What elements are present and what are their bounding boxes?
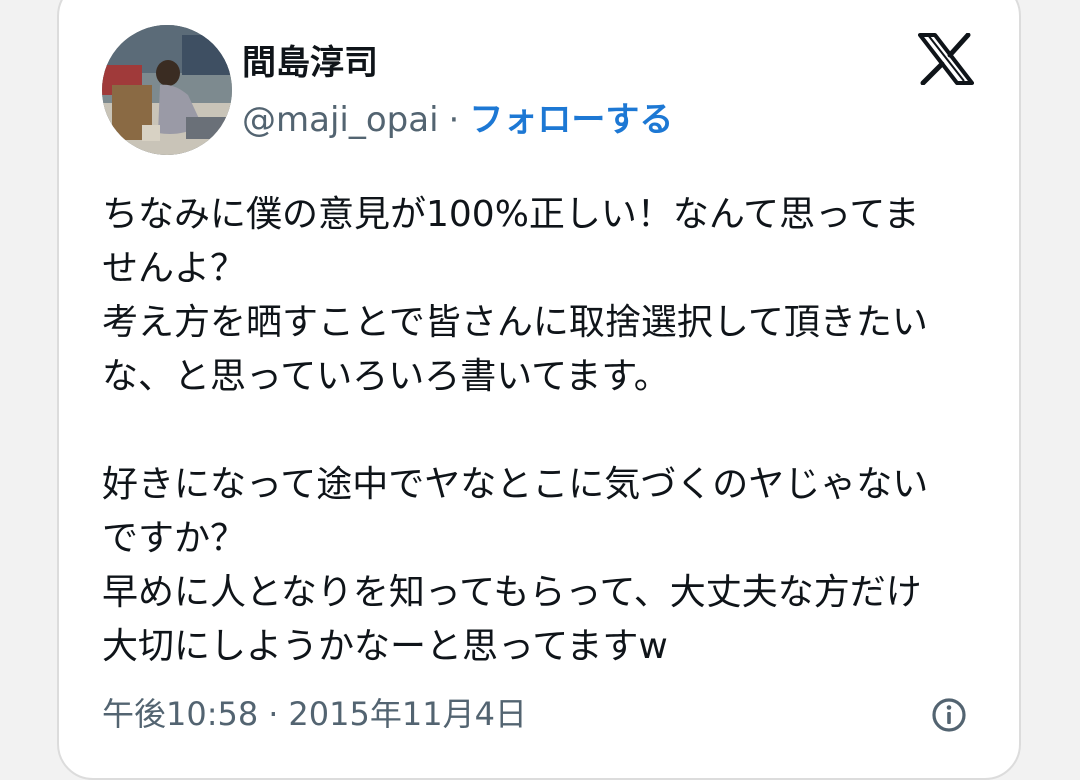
tweet-line: ですか？ [102, 518, 247, 559]
follow-button[interactable]: フォローする [469, 100, 673, 140]
tweet-meta: 午後10:58 · 2015年11月4日 [102, 690, 527, 738]
tweet-line: 大切にしようかなーと思ってますw [102, 626, 668, 667]
tweet-text: ちなみに僕の意見が100%正しい！なんて思ってま せんよ？ 考え方を晒すことで皆… [102, 188, 982, 674]
avatar-photo [102, 25, 232, 155]
tweet-date[interactable]: 2015年11月4日 [288, 695, 527, 733]
avatar[interactable] [102, 25, 232, 155]
tweet-line: な、と思っていろいろ書いてます。 [102, 356, 670, 397]
tweet-line: 考え方を晒すことで皆さんに取捨選択して頂きたい [102, 302, 928, 343]
tweet-line: せんよ？ [102, 248, 247, 289]
tweet-time[interactable]: 午後10:58 [102, 695, 258, 733]
tweet-line: 好きになって途中でヤなとこに気づくのヤじゃない [102, 464, 929, 505]
separator-dot: · [448, 100, 460, 140]
separator-dot: · [268, 695, 279, 733]
x-logo-icon[interactable] [918, 33, 974, 85]
tweet-line: ちなみに僕の意見が100%正しい！なんて思ってま [102, 194, 920, 235]
info-icon[interactable] [930, 696, 968, 734]
user-handle[interactable]: @maji_opai [242, 100, 439, 140]
tweet-line: 早めに人となりを知ってもらって、大丈夫な方だけ [102, 572, 922, 613]
handle-row: @maji_opai · フォローする [242, 96, 673, 144]
display-name[interactable]: 間島淳司 [242, 39, 378, 87]
